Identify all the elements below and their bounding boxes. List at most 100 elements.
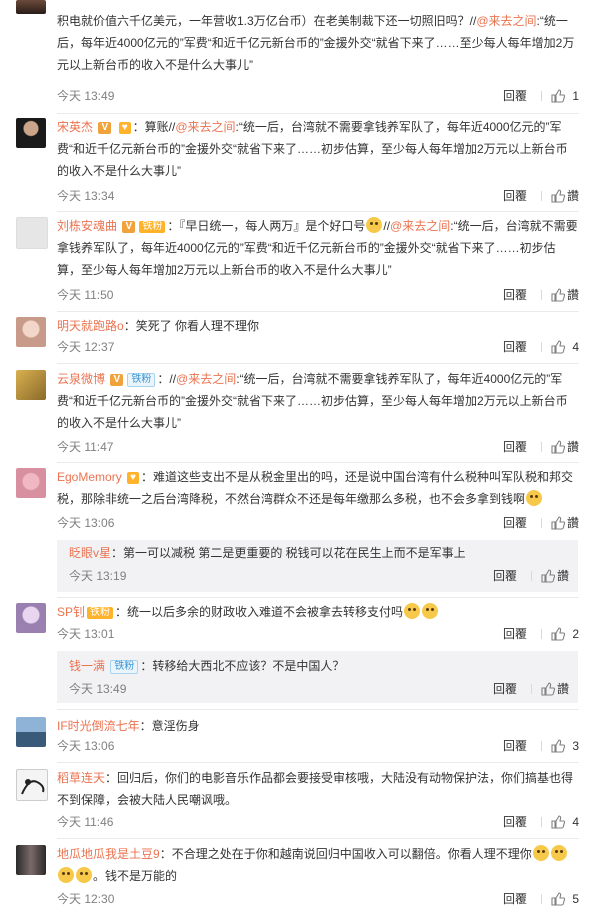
smile-emoji-icon bbox=[550, 845, 567, 861]
username-link[interactable]: 稻草连天 bbox=[57, 771, 105, 785]
comment-meta: 今天 12:37 回覆 4 bbox=[57, 337, 579, 357]
divider bbox=[57, 709, 579, 710]
username-link[interactable]: 云泉微博 bbox=[57, 372, 105, 386]
avatar[interactable] bbox=[16, 717, 46, 747]
username-link[interactable]: 宋英杰 bbox=[57, 120, 93, 134]
like-label: 讚 bbox=[556, 682, 569, 696]
comment-text: ：『早日统一，每人两万』是个好口号 bbox=[167, 219, 366, 233]
like-count: 3 bbox=[572, 739, 579, 753]
comment-text: ：不合理之处在于你和越南说回归中国收入可以翻倍。你看人理不理你 bbox=[159, 847, 532, 861]
timestamp: 今天 13:01 bbox=[57, 627, 115, 641]
divider bbox=[541, 629, 542, 639]
thumbs-up-icon bbox=[551, 288, 565, 302]
comment-text: ：转移给大西北不应该？不是中国人？ bbox=[140, 659, 345, 673]
username-link[interactable]: 钱一满 bbox=[69, 659, 105, 673]
username-link[interactable]: 眨眼v星 bbox=[69, 546, 111, 560]
reply-button[interactable]: 回覆 bbox=[493, 679, 517, 699]
reply-button[interactable]: 回覆 bbox=[503, 86, 527, 106]
avatar[interactable] bbox=[16, 317, 46, 347]
reply-button[interactable]: 回覆 bbox=[503, 513, 527, 533]
reply-button[interactable]: 回覆 bbox=[503, 337, 527, 357]
comment-text: 积电就价值六千亿美元，一年营收1.3万亿台币）在老美制裁下还一切照旧吗？// bbox=[57, 14, 477, 28]
thumbs-up-icon bbox=[551, 340, 565, 354]
like-count: 4 bbox=[572, 340, 579, 354]
divider bbox=[541, 342, 542, 352]
gold-badge-icon: ♥ bbox=[127, 472, 139, 484]
divider bbox=[531, 684, 532, 694]
username-link[interactable]: 明天就跑路o bbox=[57, 319, 124, 333]
like-label: 讚 bbox=[566, 288, 579, 302]
reply-button[interactable]: 回覆 bbox=[503, 889, 527, 909]
thumbs-up-icon bbox=[551, 89, 565, 103]
fan-badge: 铁粉 bbox=[127, 373, 156, 387]
username-link[interactable]: EgoMemory bbox=[57, 470, 122, 484]
gold-badge-icon: ♥ bbox=[118, 122, 131, 134]
fan-badge: 铁粉 bbox=[110, 660, 139, 674]
timestamp: 今天 13:06 bbox=[57, 739, 115, 753]
like-count: 1 bbox=[572, 89, 579, 103]
avatar[interactable] bbox=[16, 845, 46, 875]
comment-meta: 今天 12:30 回覆 5 bbox=[57, 889, 579, 909]
divider bbox=[57, 113, 579, 114]
comment-meta: 今天 13:01 回覆 2 bbox=[57, 624, 579, 644]
reply-button[interactable]: 回覆 bbox=[503, 285, 527, 305]
reply-button[interactable]: 回覆 bbox=[503, 812, 527, 832]
divider bbox=[57, 838, 579, 839]
mention-link[interactable]: @来去之间 bbox=[390, 219, 450, 233]
comment-meta: 今天 11:46 回覆 4 bbox=[57, 812, 579, 832]
mention-link[interactable]: @来去之间 bbox=[476, 14, 536, 28]
divider bbox=[541, 91, 542, 101]
like-label: 讚 bbox=[566, 189, 579, 203]
thumbs-up-icon bbox=[551, 815, 565, 829]
comment-meta: 今天 13:34 回覆 讚 bbox=[57, 186, 579, 206]
comment-text: ：回归后，你们的电影音乐作品都会要接受审核哦，大陆没有动物保护法，你们搞基也得不… bbox=[57, 771, 574, 807]
like-label: 讚 bbox=[566, 440, 579, 454]
smile-emoji-icon bbox=[76, 867, 92, 883]
avatar[interactable] bbox=[16, 0, 46, 14]
avatar[interactable] bbox=[16, 468, 46, 498]
mention-link[interactable]: @来去之间 bbox=[176, 372, 236, 386]
like-count: 4 bbox=[572, 815, 579, 829]
comment-meta: 今天 13:06 回覆 3 bbox=[57, 736, 579, 756]
laugh-emoji-icon bbox=[422, 603, 439, 619]
divider bbox=[541, 741, 542, 751]
timestamp: 今天 13:34 bbox=[57, 189, 115, 203]
thumbs-up-icon bbox=[551, 627, 565, 641]
timestamp: 今天 13:49 bbox=[69, 682, 127, 696]
timestamp: 今天 11:47 bbox=[57, 440, 114, 454]
comment-text: ：// bbox=[157, 372, 177, 386]
avatar[interactable] bbox=[16, 217, 48, 249]
thumbs-up-icon bbox=[541, 569, 555, 583]
username-link[interactable]: 刘栋安魂曲 bbox=[57, 219, 117, 233]
comment-meta: 今天 11:47 回覆 讚 bbox=[57, 437, 579, 457]
smile-emoji-icon bbox=[532, 845, 549, 861]
comment-meta: 今天 13:19 回覆 讚 bbox=[69, 566, 569, 586]
like-label: 讚 bbox=[556, 569, 569, 583]
avatar[interactable] bbox=[16, 118, 46, 148]
reply-button[interactable]: 回覆 bbox=[493, 566, 517, 586]
reply-button[interactable]: 回覆 bbox=[503, 624, 527, 644]
reply-button[interactable]: 回覆 bbox=[503, 186, 527, 206]
reply-button[interactable]: 回覆 bbox=[503, 437, 527, 457]
smile-emoji-icon bbox=[526, 490, 543, 506]
divider bbox=[541, 518, 542, 528]
comment-meta: 今天 13:49 回覆 讚 bbox=[69, 679, 569, 699]
divider bbox=[541, 191, 542, 201]
reply-button[interactable]: 回覆 bbox=[503, 736, 527, 756]
comment-meta: 今天 13:49 回覆 1 bbox=[57, 86, 579, 106]
avatar[interactable] bbox=[16, 370, 46, 400]
username-link[interactable]: SP钊 bbox=[57, 605, 85, 619]
avatar[interactable] bbox=[16, 769, 48, 801]
username-link[interactable]: IF时光倒流七年 bbox=[57, 719, 140, 733]
comment-text: ：意淫伤身 bbox=[139, 719, 200, 733]
timestamp: 今天 13:06 bbox=[57, 516, 115, 530]
username-link[interactable]: 地瓜地瓜我是土豆9 bbox=[57, 847, 160, 861]
comment-text: ：笑死了 你看人理不理你 bbox=[123, 319, 260, 333]
smile-emoji-icon bbox=[58, 867, 74, 883]
divider bbox=[541, 290, 542, 300]
mention-link[interactable]: @来去之间 bbox=[175, 120, 235, 134]
avatar[interactable] bbox=[16, 603, 46, 633]
divider bbox=[541, 817, 542, 827]
like-count: 5 bbox=[572, 892, 579, 906]
thumbs-up-icon bbox=[551, 189, 565, 203]
